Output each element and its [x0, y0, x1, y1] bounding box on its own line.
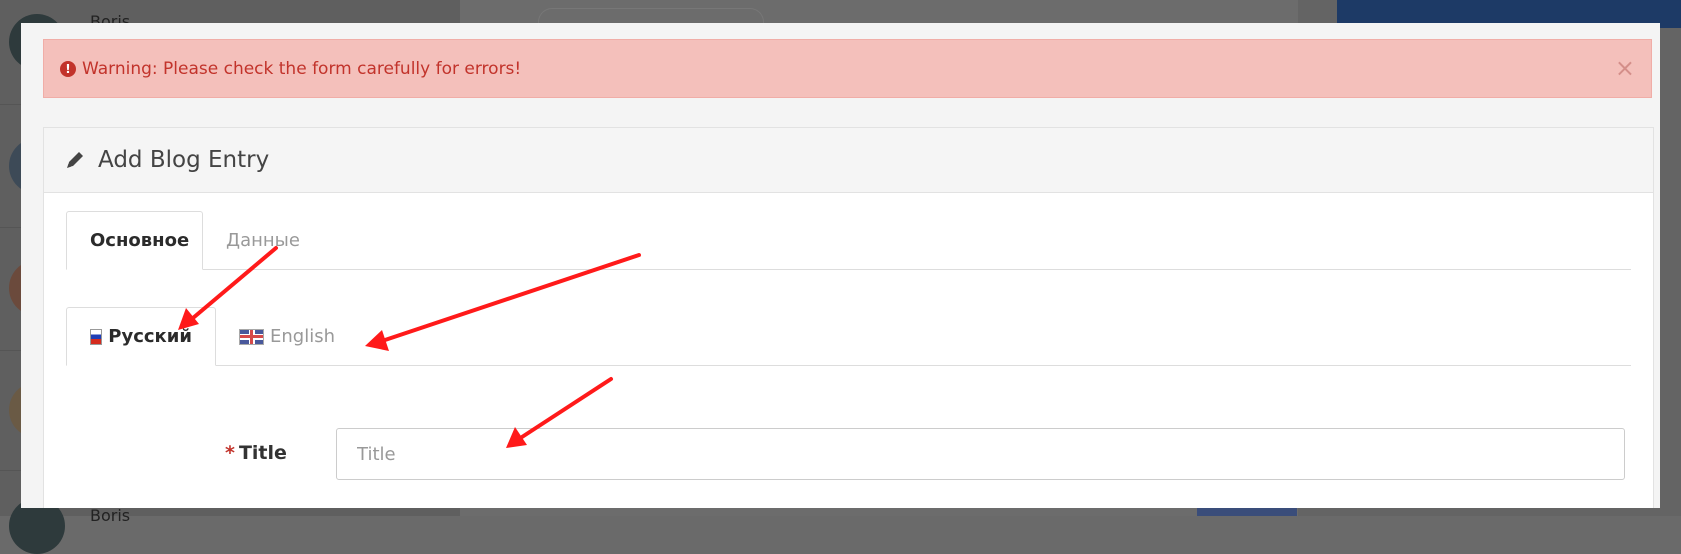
alert-text: Warning: Please check the form carefully… [82, 58, 522, 79]
title-form-row: * Title [44, 428, 1653, 482]
warning-alert: ! Warning: Please check the form careful… [43, 39, 1652, 98]
add-blog-entry-modal: ! Warning: Please check the form careful… [21, 23, 1660, 508]
blog-entry-panel: Add Blog Entry Основное Данные Русский E… [43, 127, 1654, 508]
title-label: * Title [225, 442, 287, 464]
main-tabs: Основное Данные [66, 210, 1631, 270]
language-tabs: Русский English [66, 306, 1631, 366]
exclamation-circle-icon: ! [60, 60, 76, 77]
tab-label: Русский [108, 326, 192, 347]
title-label-text: Title [238, 442, 287, 464]
tab-general[interactable]: Основное [66, 211, 203, 270]
tab-language-russian[interactable]: Русский [66, 307, 216, 366]
flag-gb-icon [239, 328, 264, 345]
close-alert-button[interactable]: × [1615, 54, 1635, 82]
tab-data[interactable]: Данные [203, 211, 323, 270]
tab-label: English [270, 326, 335, 347]
tab-label: Данные [226, 230, 300, 251]
flag-ru-icon [90, 328, 103, 345]
title-input[interactable] [336, 428, 1625, 480]
panel-title: Add Blog Entry [98, 147, 270, 173]
required-mark: * [225, 442, 235, 464]
tab-language-english[interactable]: English [216, 307, 358, 366]
tab-label: Основное [90, 230, 190, 251]
panel-heading: Add Blog Entry [44, 128, 1653, 193]
pencil-icon [64, 149, 86, 171]
